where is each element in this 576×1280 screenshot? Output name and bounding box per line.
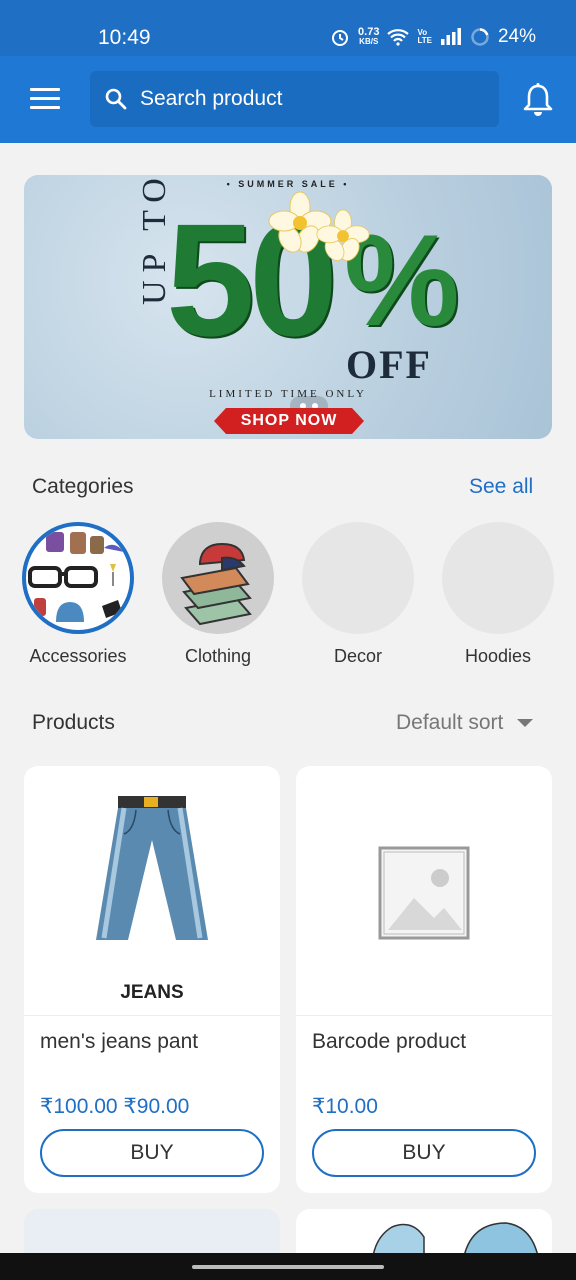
promo-banner[interactable]: • SUMMER SALE • UP TO 50 % OFF LIMITED T…: [24, 175, 552, 439]
product-price: ₹100.00 ₹90.00: [40, 1095, 190, 1118]
product-price: ₹10.00: [312, 1095, 378, 1118]
product-image-caption: JEANS: [120, 982, 184, 1003]
category-accessories[interactable]: Accessories: [22, 522, 134, 667]
banner-off: OFF: [346, 342, 432, 387]
net-speed: 0.73 KB/S: [358, 26, 380, 47]
category-image-hoodies: [442, 522, 554, 634]
app-bar: Search product: [0, 56, 576, 143]
banner-limited-text: LIMITED TIME ONLY: [209, 388, 367, 400]
product-card[interactable]: Barcode product ₹10.00 BUY: [296, 766, 552, 1193]
category-image-accessories: [22, 522, 134, 634]
status-time: 10:49: [98, 26, 151, 49]
sort-label: Default sort: [396, 711, 504, 734]
product-name: men's jeans pant: [40, 1030, 199, 1053]
product-card[interactable]: JEANS men's jeans pant ₹100.00 ₹90.00 BU…: [24, 766, 280, 1193]
category-decor[interactable]: Decor: [302, 522, 414, 667]
image-placeholder-icon: [378, 846, 470, 940]
search-icon: [105, 88, 127, 110]
wifi-icon: [387, 29, 410, 46]
chevron-down-icon: [517, 719, 534, 727]
buy-button[interactable]: BUY: [40, 1129, 264, 1177]
sort-dropdown[interactable]: Default sort: [396, 711, 534, 735]
battery-percent: 24%: [497, 26, 536, 47]
system-nav-bar: [0, 1253, 576, 1280]
category-label: Accessories: [29, 646, 127, 666]
plumeria-flower-icon-2: [316, 209, 370, 261]
see-all-link[interactable]: See all: [469, 475, 533, 499]
buy-button[interactable]: BUY: [312, 1129, 536, 1177]
product-image: JEANS: [24, 766, 280, 1016]
search-input[interactable]: Search product: [90, 71, 499, 127]
battery-ring-icon: [471, 28, 489, 46]
categories-title: Categories: [32, 475, 134, 498]
category-image-decor: [302, 522, 414, 634]
status-icons: 0.73 KB/S Vo LTE 24%: [330, 26, 536, 48]
shop-now-button[interactable]: SHOP NOW: [214, 408, 364, 434]
home-gesture-handle[interactable]: [192, 1265, 384, 1269]
volte-indicator: Vo LTE: [417, 28, 432, 45]
category-clothing[interactable]: Clothing: [162, 522, 274, 667]
hamburger-menu-icon[interactable]: [30, 88, 60, 110]
banner-top-text: • SUMMER SALE •: [226, 179, 350, 189]
category-hoodies[interactable]: Hoodies: [442, 522, 554, 667]
product-name: Barcode product: [312, 1030, 467, 1053]
category-label: Decor: [333, 646, 382, 666]
clothing-stack-icon: [180, 542, 252, 626]
search-placeholder: Search product: [140, 87, 283, 110]
products-title: Products: [32, 711, 115, 734]
alarm-icon: [332, 30, 349, 46]
category-label: Clothing: [184, 646, 252, 666]
product-image: [296, 766, 552, 1016]
accessories-collage-icon: [28, 532, 124, 622]
signal-icon: [440, 28, 461, 45]
bell-icon[interactable]: [522, 82, 554, 118]
category-image-clothing: [162, 522, 274, 634]
jeans-icon: [96, 796, 208, 940]
category-label: Hoodies: [464, 646, 532, 666]
status-bar: 10:49 0.73 KB/S Vo LTE 24%: [0, 0, 576, 56]
